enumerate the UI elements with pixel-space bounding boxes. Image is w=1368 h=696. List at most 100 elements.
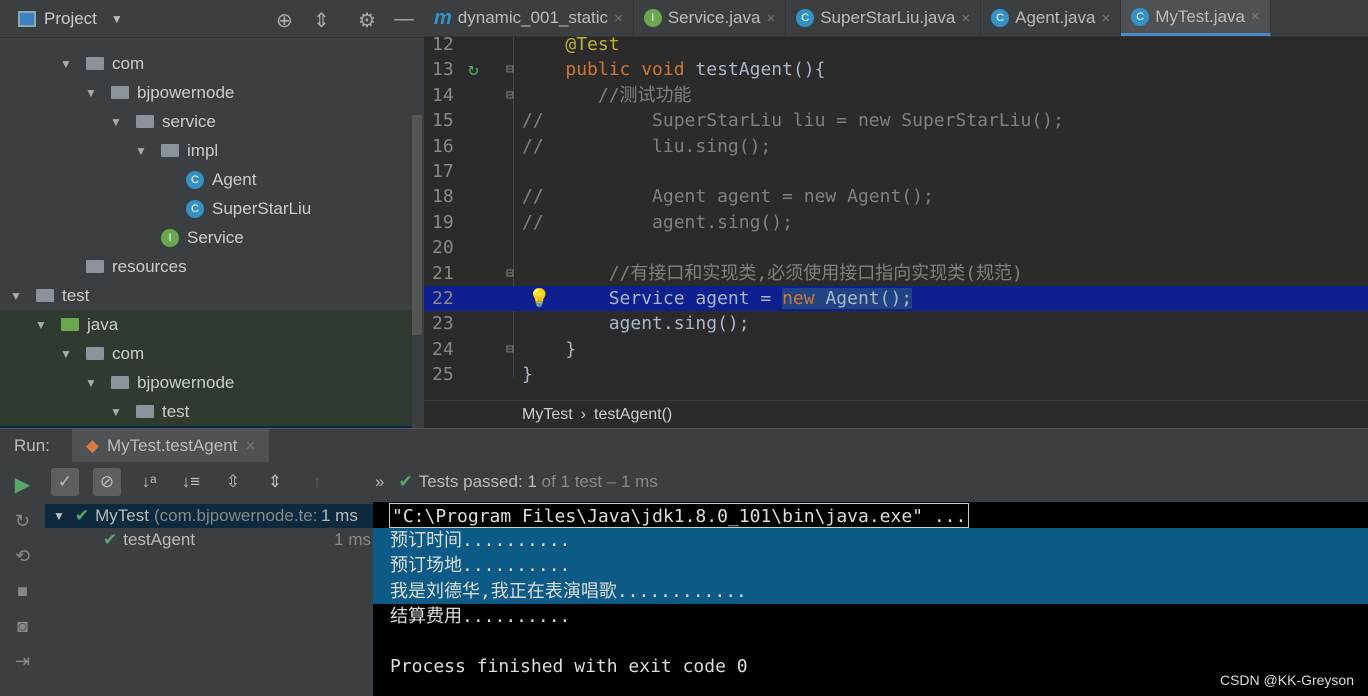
tree-item-label: impl	[187, 140, 219, 160]
fold-icon[interactable]: ⊟	[506, 337, 514, 362]
close-icon[interactable]: ×	[614, 10, 623, 27]
console-output[interactable]: "C:\Program Files\Java\jdk1.8.0_101\bin\…	[373, 502, 1368, 696]
tree-item-bjpowernode[interactable]: ▼ bjpowernode	[0, 368, 412, 397]
run-tab[interactable]: ◆ MyTest.testAgent ×	[71, 428, 270, 463]
code-editor[interactable]: 12 @Test 13 public void testAgent(){↻ ⊟ 14 …	[424, 37, 1368, 400]
tree-item-test[interactable]: ▼ test	[0, 397, 412, 426]
fold-icon[interactable]: ⊟	[506, 261, 514, 286]
test-toolbar: ✓ ⊘ ↓ᵃ ↓≡ ⇳ ⇕ ↑ » ✔ Tests passed: 1 of 1 …	[45, 462, 1368, 502]
expand-icon[interactable]: ▼	[10, 289, 26, 303]
tab-dynamic-001-static[interactable]: m dynamic_001_static ×	[424, 0, 634, 36]
expand-icon[interactable]: ▼	[85, 376, 101, 390]
toggle-auto-test-icon[interactable]: ⟲	[15, 546, 30, 567]
folder-icon	[36, 289, 54, 302]
collapse-all-icon[interactable]: ⇕	[261, 468, 289, 496]
collapse-icon[interactable]: ⇕	[313, 8, 330, 33]
code-text: // Agent agent = new Agent();	[522, 186, 934, 208]
code-text: //有接口和实现类,必须使用接口指向实现类(规范)	[608, 262, 1023, 284]
tree-item-service[interactable]: I Service	[0, 223, 412, 252]
tree-item-bjpowernode[interactable]: ▼ bjpowernode	[0, 78, 412, 107]
sort-duration-icon[interactable]: ↓≡	[177, 468, 205, 496]
tab-label: MyTest.java	[1155, 6, 1245, 26]
code-line: 16 // liu.sing();	[424, 134, 1368, 159]
expand-icon[interactable]: ▼	[110, 115, 126, 129]
locate-icon[interactable]: ⊕	[276, 8, 293, 33]
tree-item-agent[interactable]: C Agent	[0, 165, 412, 194]
exit-icon[interactable]: ⇥	[15, 651, 30, 672]
expand-all-icon[interactable]: ⇳	[219, 468, 247, 496]
expand-icon[interactable]: ▼	[135, 144, 151, 158]
folder-icon	[86, 57, 104, 70]
gear-icon[interactable]: ⚙	[358, 8, 376, 33]
run-icon[interactable]: ▶	[15, 472, 30, 497]
camera-icon[interactable]: ◙	[17, 616, 28, 637]
tab-superstarliu-java[interactable]: C SuperStarLiu.java ×	[786, 0, 982, 36]
status-rest: of 1 test – 1 ms	[541, 472, 658, 491]
tab-mytest-java[interactable]: C MyTest.java ×	[1121, 0, 1271, 36]
expand-icon[interactable]: ▼	[35, 318, 51, 332]
check-icon: ✔	[103, 530, 118, 549]
tree-item-com[interactable]: ▼ com	[0, 339, 412, 368]
close-icon[interactable]: ×	[766, 10, 775, 27]
console-line: 预订时间..........	[390, 530, 571, 552]
code-line: 24 } ⊟	[424, 337, 1368, 362]
code-line: 18 // Agent agent = new Agent();	[424, 184, 1368, 209]
more-icon[interactable]: »	[375, 472, 384, 492]
tree-item-resources[interactable]: resources	[0, 252, 412, 281]
interface-icon: I	[643, 9, 662, 27]
tree-item-label: resources	[112, 256, 187, 276]
project-panel: Project ▼ ⊕ ⇕ ⚙ — ▼ com ▼ bjpowernode ▼ servi…	[0, 0, 424, 455]
tree-item-com[interactable]: ▼ com	[0, 49, 412, 78]
breadcrumb-method[interactable]: testAgent()	[594, 406, 672, 424]
close-icon[interactable]: ×	[961, 10, 970, 27]
tab-service-java[interactable]: I Service.java ×	[634, 0, 787, 36]
expand-icon[interactable]: ▼	[60, 347, 76, 361]
close-icon[interactable]: ×	[245, 436, 255, 456]
show-ignored-icon[interactable]: ⊘	[93, 468, 121, 496]
folder-icon	[136, 115, 154, 128]
tree-item-service[interactable]: ▼ service	[0, 107, 412, 136]
tree-item-label: SuperStarLiu	[212, 198, 312, 218]
tree-item-impl[interactable]: ▼ impl	[0, 136, 412, 165]
up-arrow-icon[interactable]: ↑	[303, 468, 331, 496]
tree-item-superstarliu[interactable]: C SuperStarLiu	[0, 194, 412, 223]
tree-item-label: java	[87, 314, 119, 334]
bulb-icon[interactable]: 💡	[528, 286, 550, 311]
test-name: testAgent	[123, 530, 196, 549]
breadcrumb-class[interactable]: MyTest	[522, 406, 573, 424]
stop-icon[interactable]: ■	[17, 581, 28, 602]
status-count: 1	[527, 472, 537, 491]
test-row-mytest[interactable]: ▼ ✔ MyTest (com.bjpowernode.te: 1 ms	[45, 504, 373, 528]
tree-item-test[interactable]: ▼ test	[0, 281, 412, 310]
fold-icon[interactable]: ⊟	[506, 57, 514, 82]
code-text: Service agent = new Agent();	[608, 288, 913, 309]
chevron-down-icon[interactable]: ▼	[111, 12, 123, 26]
expand-icon[interactable]: ▼	[110, 405, 126, 419]
close-icon[interactable]: ×	[1101, 10, 1110, 27]
code-line: 25}	[424, 362, 1368, 387]
expand-icon[interactable]: ▼	[85, 86, 101, 100]
sort-alpha-icon[interactable]: ↓ᵃ	[135, 468, 163, 496]
tree-item-java[interactable]: ▼ java	[0, 310, 412, 339]
class-icon: C	[991, 9, 1010, 27]
test-package: (com.bjpowernode.te:	[153, 506, 318, 525]
folder-icon	[111, 86, 129, 99]
code-line: 14 //测试功能 ⊟	[424, 83, 1368, 108]
run-test-icon[interactable]: ↻	[468, 57, 479, 82]
class-icon: C	[1131, 7, 1150, 26]
fold-icon[interactable]: ⊟	[506, 83, 514, 108]
rerun-failed-icon[interactable]: ↻	[15, 511, 30, 532]
test-row-testagent[interactable]: ✔ testAgent 1 ms	[45, 528, 373, 552]
class-icon: C	[186, 170, 204, 189]
close-icon[interactable]: ×	[1251, 8, 1260, 25]
show-passed-icon[interactable]: ✓	[51, 468, 79, 496]
expand-icon[interactable]: ▼	[60, 57, 76, 71]
tab-agent-java[interactable]: C Agent.java ×	[981, 0, 1122, 36]
class-icon: C	[796, 9, 815, 27]
code-line: 21 //有接口和实现类,必须使用接口指向实现类(规范) ⊟	[424, 261, 1368, 286]
scrollbar[interactable]	[412, 115, 422, 335]
minimize-icon[interactable]: —	[394, 8, 414, 31]
folder-icon	[161, 144, 179, 157]
project-title: Project	[44, 8, 97, 28]
expand-icon[interactable]: ▼	[53, 509, 65, 523]
